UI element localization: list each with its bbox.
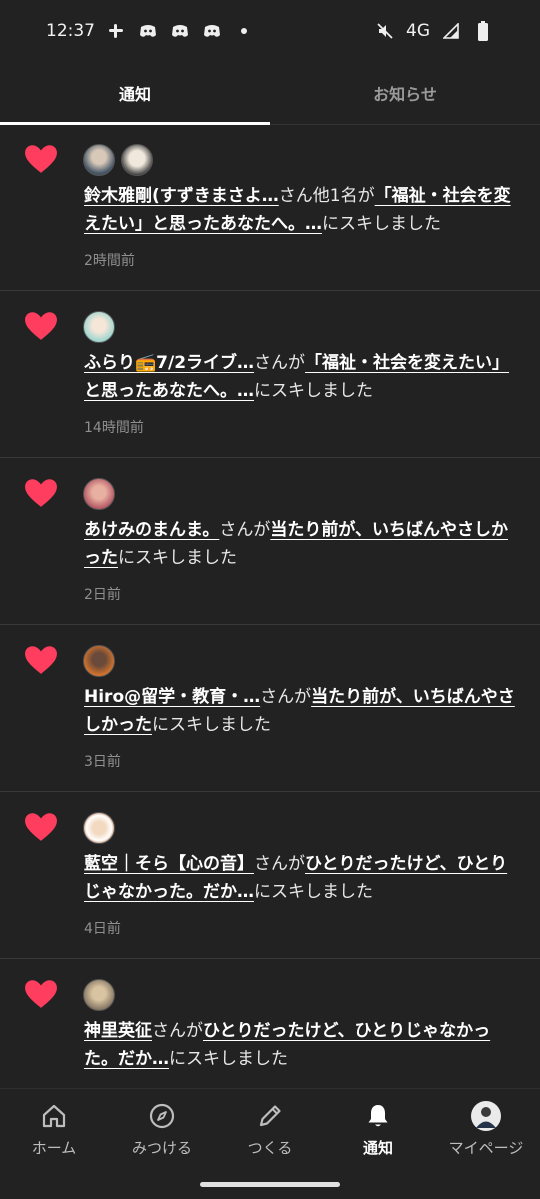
mute-icon [374,20,396,42]
heart-icon [25,312,57,340]
tab-bar: 通知 お知らせ [0,62,540,125]
timestamp: 2日前 [84,587,121,603]
nav-notifications[interactable]: 通知 [324,1101,432,1169]
avatar[interactable] [83,645,115,677]
avatar-group [83,645,115,677]
user-link[interactable]: ふらり📻7/2ライブ… [84,353,254,373]
tab-notifications[interactable]: 通知 [0,62,270,125]
notification-mid: さんが [260,687,312,707]
notification-suffix: にスキしました [254,882,373,902]
notification-item[interactable]: あけみのまんま。さんが当たり前が、いちばんやさしかったにスキしました 2日前 [0,458,540,625]
notification-item[interactable]: 神里英征さんがひとりだったけど、ひとりじゃなかった。だか…にスキしました [0,959,540,1088]
nav-mypage[interactable]: マイページ [432,1101,540,1169]
nav-label: みつける [131,1139,192,1157]
notification-list: 鈴木雅剛(すずきまさよ…さん他1名が「福祉・社会を変えたい」と思ったあなたへ。…… [0,124,540,1088]
heart-icon [25,145,57,173]
notification-suffix: にスキしました [254,381,373,401]
heart-icon [25,479,57,507]
timestamp: 2時間前 [84,253,135,269]
pencil-icon [255,1101,285,1131]
user-link[interactable]: Hiro@留学・教育・… [84,687,260,707]
home-icon [39,1101,69,1131]
home-indicator[interactable] [200,1182,340,1187]
notification-mid: さんが [254,353,306,373]
notification-suffix: にスキしました [118,548,237,568]
bell-icon [363,1101,393,1131]
clock: 12:37 [46,21,95,41]
notification-text: あけみのまんま。さんが当たり前が、いちばんやさしかったにスキしました [84,516,520,572]
avatar[interactable] [83,311,115,343]
nav-discover[interactable]: みつける [108,1101,216,1169]
discord-icon [201,20,223,42]
user-link[interactable]: 鈴木雅剛(すずきまさよ… [84,186,279,206]
avatar[interactable] [83,478,115,510]
avatar-group [83,812,115,844]
notification-mid: さんが [152,1021,203,1041]
user-link[interactable]: 藍空｜そら【心の音】 [84,854,254,874]
heart-icon [25,980,57,1008]
avatar[interactable] [83,812,115,844]
avatar-group [83,311,115,343]
notification-text: Hiro@留学・教育・…さんが当たり前が、いちばんやさしかったにスキしました [84,683,520,739]
timestamp: 3日前 [84,754,121,770]
status-bar: 12:37 4G [0,0,540,62]
compass-icon [147,1101,177,1131]
notification-suffix: にスキしました [169,1049,288,1069]
nav-label: 通知 [362,1139,393,1157]
notification-item[interactable]: 鈴木雅剛(すずきまさよ…さん他1名が「福祉・社会を変えたい」と思ったあなたへ。…… [0,124,540,291]
nav-label: つくる [247,1139,293,1157]
avatar[interactable] [121,144,153,176]
avatar[interactable] [83,979,115,1011]
status-right: 4G [374,20,494,42]
notification-text: 神里英征さんがひとりだったけど、ひとりじゃなかった。だか…にスキしました [84,1017,520,1073]
notification-item[interactable]: ふらり📻7/2ライブ…さんが「福祉・社会を変えたい」と思ったあなたへ。…にスキし… [0,291,540,458]
profile-avatar-icon [471,1101,501,1131]
timestamp: 14時間前 [84,420,144,436]
notification-text: 藍空｜そら【心の音】さんがひとりだったけど、ひとりじゃなかった。だか…にスキしま… [84,850,520,906]
avatar-group [83,144,153,176]
user-link[interactable]: あけみのまんま。 [84,520,219,540]
timestamp: 4日前 [84,921,121,937]
notification-mid: さんが [254,854,305,874]
nav-create[interactable]: つくる [216,1101,324,1169]
battery-icon [472,20,494,42]
notification-item[interactable]: 藍空｜そら【心の音】さんがひとりだったけど、ひとりじゃなかった。だか…にスキしま… [0,792,540,959]
tab-announcements[interactable]: お知らせ [270,62,540,124]
notification-item[interactable]: Hiro@留学・教育・…さんが当たり前が、いちばんやさしかったにスキしました 3… [0,625,540,792]
avatar-group [83,979,115,1011]
user-link[interactable]: 神里英征 [84,1021,152,1041]
discord-icon [169,20,191,42]
signal-icon [440,20,462,42]
notification-text: ふらり📻7/2ライブ…さんが「福祉・社会を変えたい」と思ったあなたへ。…にスキし… [84,349,520,405]
notification-suffix: にスキしました [152,715,271,735]
dot-icon [233,20,255,42]
nav-label: ホーム [31,1139,77,1157]
notification-text: 鈴木雅剛(すずきまさよ…さん他1名が「福祉・社会を変えたい」と思ったあなたへ。…… [84,182,520,238]
status-left: 12:37 [46,20,255,42]
bottom-nav: ホーム みつける つくる 通知 マイページ [0,1088,540,1199]
avatar[interactable] [83,144,115,176]
discord-icon [137,20,159,42]
nav-home[interactable]: ホーム [0,1101,108,1169]
heart-icon [25,813,57,841]
notification-mid: さん他1名が [278,186,375,206]
notification-suffix: にスキしました [322,214,441,234]
slack-icon [105,20,127,42]
notification-mid: さんが [219,520,271,540]
heart-icon [25,646,57,674]
network-label: 4G [406,21,430,41]
nav-label: マイページ [448,1139,524,1157]
avatar-group [83,478,115,510]
